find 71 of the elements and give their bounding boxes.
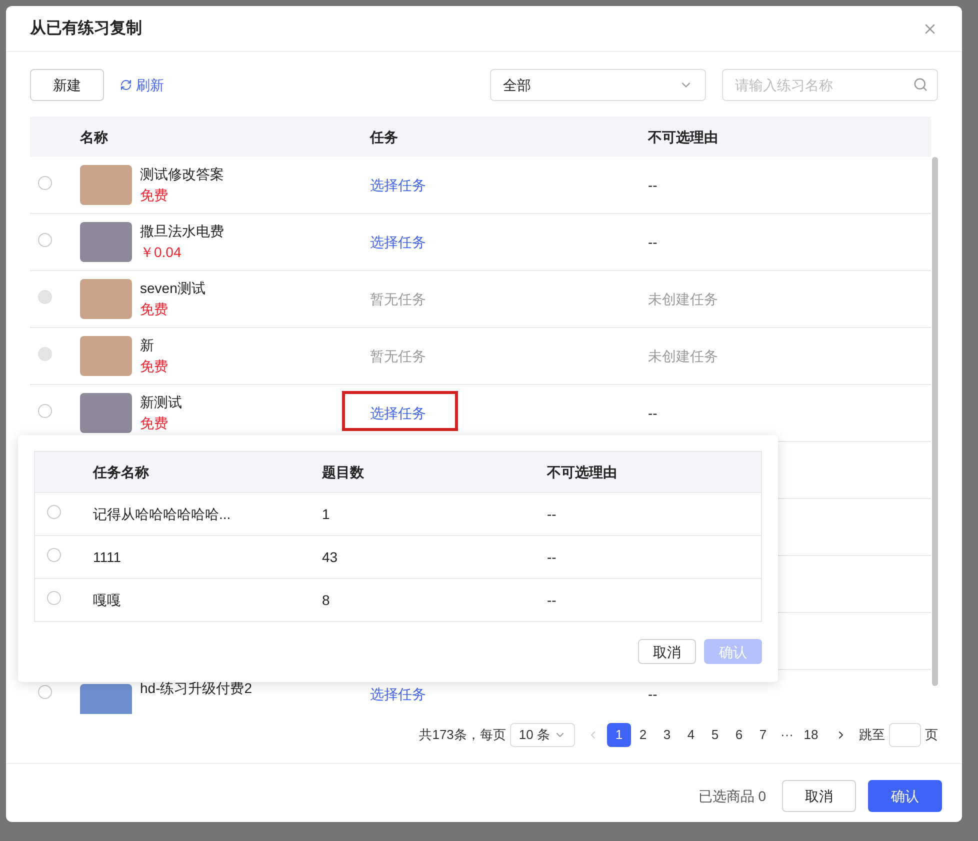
column-header: 题目数 xyxy=(322,463,365,482)
radio-button[interactable] xyxy=(47,505,61,519)
table-cell-text: 嘎嘎 xyxy=(93,591,122,610)
confirm-button[interactable]: 确认 xyxy=(868,780,942,812)
table-cell-text: 8 xyxy=(322,591,331,610)
cancel-button[interactable]: 取消 xyxy=(638,639,696,664)
table-cell-text: 43 xyxy=(322,548,339,567)
price-text: 免费 xyxy=(140,357,168,376)
page-size-select[interactable]: 10 条 xyxy=(510,723,575,747)
filter-select[interactable]: 全部 xyxy=(490,69,706,101)
refresh-link[interactable]: 刷新 xyxy=(120,75,164,95)
no-task-text: 暂无任务 xyxy=(370,347,426,366)
page-number[interactable]: 3 xyxy=(655,723,679,747)
page-number[interactable]: 1 xyxy=(607,723,631,747)
table-cell-text: 未创建任务 xyxy=(648,347,718,366)
exercise-name: seven测试 xyxy=(140,279,206,298)
total-count: 共173条，每页 xyxy=(419,726,506,744)
table-cell-text: -- xyxy=(547,548,556,567)
page-number[interactable]: ··· xyxy=(775,723,799,747)
page-number[interactable]: 5 xyxy=(703,723,727,747)
page-unit: 页 xyxy=(925,726,938,744)
table-cell-text: -- xyxy=(648,176,658,195)
table-cell-text: -- xyxy=(648,685,658,704)
radio-button[interactable] xyxy=(38,685,52,699)
select-task-link[interactable]: 选择任务 xyxy=(370,403,426,423)
page-number[interactable]: 2 xyxy=(631,723,655,747)
radio-button[interactable] xyxy=(38,233,52,247)
column-header: 不可选理由 xyxy=(547,463,617,482)
refresh-icon[interactable] xyxy=(120,79,132,91)
table-cell-text: 1111 xyxy=(93,548,122,567)
column-header: 不可选理由 xyxy=(648,128,718,147)
table-cell-text: -- xyxy=(648,404,658,423)
radio-button[interactable] xyxy=(47,548,61,562)
search-field[interactable]: 请输入练习名称 xyxy=(722,69,938,101)
table-cell-text: -- xyxy=(648,233,658,252)
exercise-name: hd-练习升级付费2 xyxy=(140,679,252,698)
exercise-name: 新测试 xyxy=(140,393,182,412)
table-cell-text: 记得从哈哈哈哈哈哈... xyxy=(93,505,232,524)
column-header: 任务名称 xyxy=(93,463,150,482)
page-jump-field[interactable] xyxy=(889,723,921,747)
search-icon[interactable] xyxy=(913,77,928,92)
table-cell-text: 未创建任务 xyxy=(648,290,718,309)
selected-count: 已选商品 0 xyxy=(698,787,766,806)
scrollbar[interactable] xyxy=(932,157,938,686)
column-header: 名称 xyxy=(80,128,109,147)
dialog-title: 从已有练习复制 xyxy=(30,18,142,38)
radio-button[interactable] xyxy=(47,591,61,605)
select-task-link[interactable]: 选择任务 xyxy=(370,686,426,702)
jump-label: 跳至 xyxy=(859,726,885,744)
exercise-name: 新 xyxy=(140,336,155,355)
page-number[interactable]: 7 xyxy=(751,723,775,747)
radio-button[interactable] xyxy=(38,176,52,190)
price-text: ￥0.04 xyxy=(140,243,182,262)
new-button[interactable]: 新建 xyxy=(30,69,104,101)
exercise-name: 测试修改答案 xyxy=(140,165,224,184)
price-text: 免费 xyxy=(140,414,169,433)
no-task-text: 暂无任务 xyxy=(370,290,426,309)
page-number[interactable]: 18 xyxy=(799,723,823,747)
page-number[interactable]: 6 xyxy=(727,723,751,747)
table-cell-text: -- xyxy=(547,505,556,524)
table-cell-text: 1 xyxy=(322,505,331,524)
column-header: 任务 xyxy=(370,128,399,147)
exercise-name: 撒旦法水电费 xyxy=(140,222,224,241)
select-task-link[interactable]: 选择任务 xyxy=(370,175,426,195)
cancel-button[interactable]: 取消 xyxy=(782,780,856,812)
select-task-link[interactable]: 选择任务 xyxy=(370,232,426,252)
page-number[interactable]: 4 xyxy=(679,723,703,747)
table-cell-text: -- xyxy=(547,591,556,610)
price-text: 免费 xyxy=(140,300,169,319)
price-text: 免费 xyxy=(140,186,169,205)
radio-button[interactable] xyxy=(38,404,52,418)
